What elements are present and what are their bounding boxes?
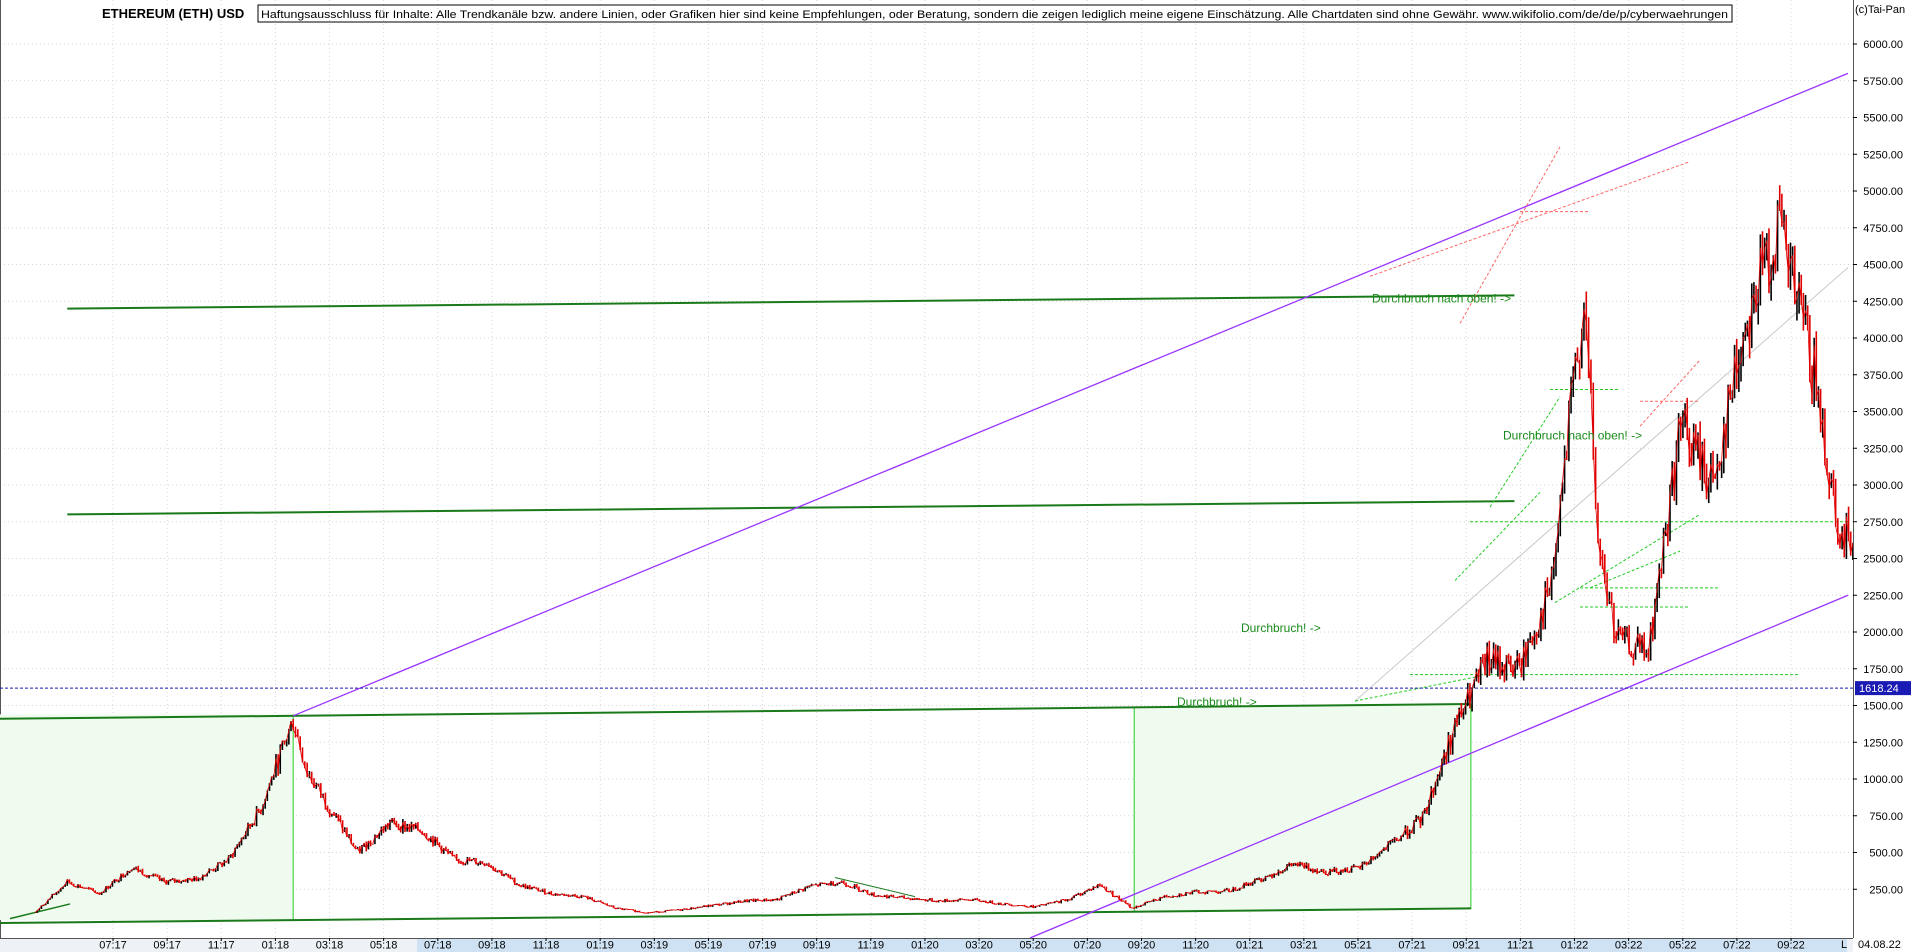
- x-tick-label: 09:22: [1777, 940, 1805, 952]
- y-tick-label: 1250.00: [1863, 737, 1903, 749]
- x-tick-label: 07:22: [1723, 940, 1751, 952]
- x-tick-label: 03:21: [1290, 940, 1318, 952]
- y-tick-label: 3500.00: [1863, 407, 1903, 419]
- y-tick-label: 3250.00: [1863, 443, 1903, 455]
- y-tick-label: 2250.00: [1863, 590, 1903, 602]
- x-axis: 07:17 09:17 11:17 01:18 03:18 05:18 07:18 09:18…: [0, 938, 1853, 952]
- x-tick-label: 09:20: [1128, 940, 1156, 952]
- x-tick-label: 07:21: [1398, 940, 1426, 952]
- y-tick-label: 5750.00: [1863, 76, 1903, 88]
- x-tick-label: 11:21: [1507, 940, 1534, 952]
- x-tick-label: 03:22: [1615, 940, 1643, 952]
- current-price-label: 1618.24: [1859, 683, 1899, 695]
- x-tick-label: 05:21: [1344, 940, 1372, 952]
- copyright-label: (c)Tai-Pan: [1855, 4, 1905, 16]
- y-tick-label: 2000.00: [1863, 627, 1903, 639]
- x-tick-label: 11:20: [1182, 940, 1209, 952]
- x-tick-label: 05:19: [695, 940, 723, 952]
- annotation-label: Durchbruch nach oben! ->: [1372, 292, 1511, 306]
- y-tick-label: 4500.00: [1863, 260, 1903, 272]
- x-tick-label: 01:20: [911, 940, 939, 952]
- annotation-label: Durchbruch nach oben! ->: [1503, 428, 1642, 442]
- price-chart[interactable]: 07:17 09:17 11:17 01:18 03:18 05:18 07:18 09:18…: [0, 0, 1916, 952]
- x-tick-label: 05:20: [1019, 940, 1047, 952]
- y-tick-label: 250.00: [1869, 884, 1903, 896]
- last-date-label: 04.08.22: [1858, 939, 1901, 951]
- x-tick-label: 01:19: [586, 940, 614, 952]
- shade-area-2017: [0, 714, 294, 921]
- y-tick-label: 6000.00: [1863, 39, 1903, 51]
- x-tick-label: 11:19: [857, 940, 884, 952]
- x-tick-label: 03:20: [965, 940, 993, 952]
- y-tick-label: 1500.00: [1863, 701, 1903, 713]
- y-tick-label: 2750.00: [1863, 517, 1903, 529]
- disclaimer-text: Haftungsausschluss für Inhalte: Alle Tre…: [261, 9, 1728, 21]
- y-tick-label: 2500.00: [1863, 554, 1903, 566]
- x-tick-label: 09:18: [478, 940, 506, 952]
- y-tick-label: 1000.00: [1863, 774, 1903, 786]
- x-tick-label: 09:21: [1452, 940, 1480, 952]
- x-tick-label: 11:18: [533, 940, 560, 952]
- y-tick-label: 1750.00: [1863, 664, 1903, 676]
- y-tick-label: 5000.00: [1863, 186, 1903, 198]
- x-tick-label: 09:19: [803, 940, 831, 952]
- y-tick-label: 5500.00: [1863, 113, 1903, 125]
- y-tick-label: 5250.00: [1863, 149, 1903, 161]
- x-tick-label: 01:21: [1236, 940, 1264, 952]
- y-tick-label: 500.00: [1869, 848, 1903, 860]
- y-axis-panel: [1853, 0, 1916, 952]
- x-tick-label: 07:17: [99, 940, 127, 952]
- y-tick-label: 4000.00: [1863, 333, 1903, 345]
- annotation-label: Durchbruch! ->: [1177, 695, 1257, 709]
- x-tick-label: 11:17: [208, 940, 235, 952]
- x-tick-label: 03:19: [641, 940, 669, 952]
- y-tick-label: 4250.00: [1863, 296, 1903, 308]
- chart-title: ETHEREUM (ETH) USD: [102, 6, 244, 21]
- x-tick-label: 01:22: [1561, 940, 1589, 952]
- y-tick-label: 3000.00: [1863, 480, 1903, 492]
- x-tick-label: 05:18: [370, 940, 398, 952]
- x-tick-label: 01:18: [262, 940, 290, 952]
- x-tick-label: 07:19: [749, 940, 777, 952]
- y-tick-label: 750.00: [1869, 811, 1903, 823]
- shade-area-2020: [1134, 704, 1471, 912]
- corner-mark: L: [1841, 939, 1847, 951]
- annotation-label: Durchbruch! ->: [1241, 621, 1321, 635]
- x-tick-label: 07:20: [1074, 940, 1102, 952]
- y-tick-label: 3750.00: [1863, 370, 1903, 382]
- x-tick-label: 05:22: [1669, 940, 1697, 952]
- x-tick-label: 03:18: [316, 940, 344, 952]
- x-tick-label: 09:17: [153, 940, 181, 952]
- y-tick-label: 4750.00: [1863, 223, 1903, 235]
- y-axis: 250.00 500.00 750.00 1000.00 1250.00 1500.00 1…: [1853, 0, 1916, 952]
- x-tick-label: 07:18: [424, 940, 452, 952]
